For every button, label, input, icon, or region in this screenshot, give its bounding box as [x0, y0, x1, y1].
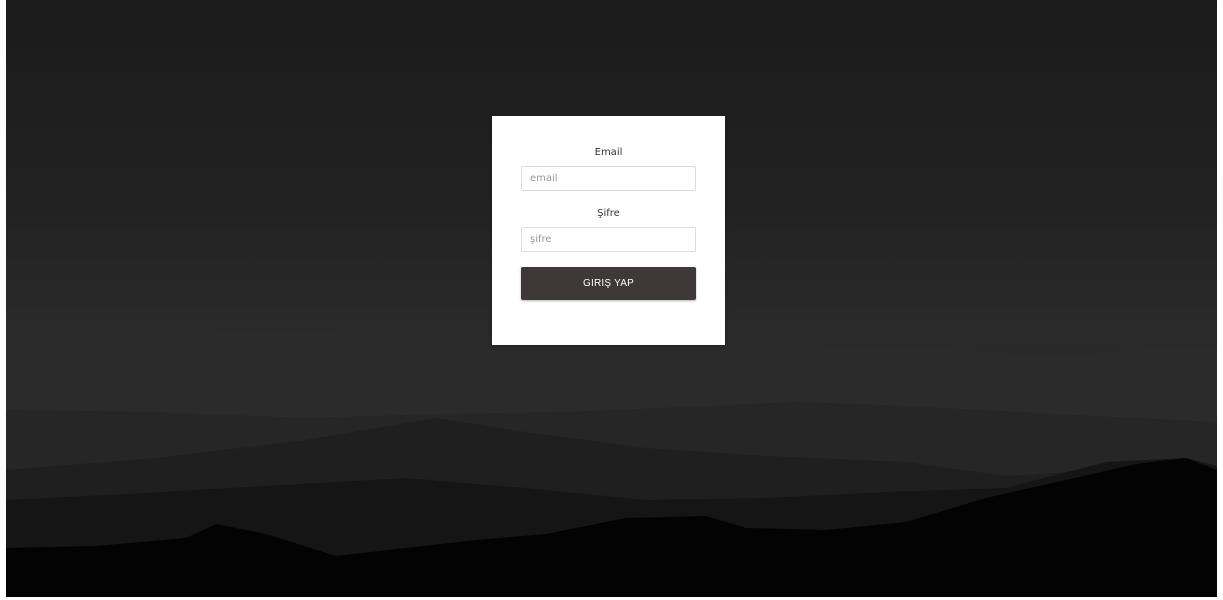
password-label: Şifre	[597, 208, 620, 219]
password-input[interactable]	[521, 227, 696, 252]
login-button[interactable]: GIRIŞ YAP	[521, 267, 696, 300]
email-input[interactable]	[521, 166, 696, 191]
login-card: Email Şifre GIRIŞ YAP	[492, 116, 725, 345]
page-background: Email Şifre GIRIŞ YAP	[6, 0, 1217, 597]
email-label: Email	[594, 147, 623, 158]
